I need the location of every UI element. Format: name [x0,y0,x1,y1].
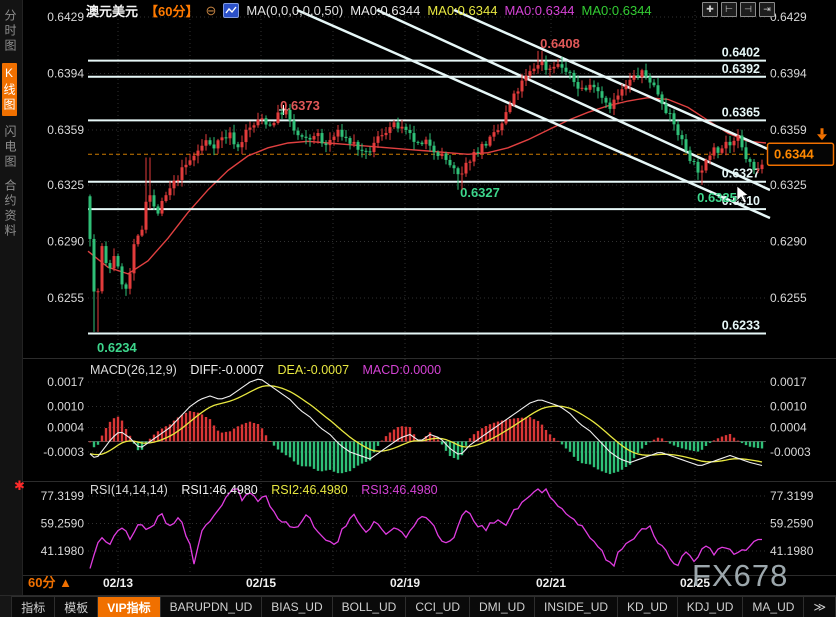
symbol-title: 澳元美元 [86,1,138,20]
sidebar-item-timeshare[interactable]: 分时图 [3,9,18,54]
axis-tick-label: 59.2590 [41,516,85,530]
axis-scale-right-icon[interactable]: ⊣ [740,2,756,17]
rsi1-value: RSI1:46.4980 [181,483,257,497]
axis-tick-label: 0.6325 [47,178,84,192]
toolbar-tab-6[interactable]: CCI_UD [406,596,470,617]
axis-tick-label: 0.6359 [770,123,807,137]
price-marker-icon [817,134,827,140]
toolbar-tab-3[interactable]: BARUPDN_UD [161,596,263,617]
toolbar-tab-5[interactable]: BOLL_UD [333,596,407,617]
crosshair-pan-icon[interactable]: ✚ [702,2,718,17]
date-label: 02/19 [390,576,420,590]
toolbar-tab-2[interactable]: VIP指标 [98,596,160,617]
axis-tick-label: 0.6394 [47,67,84,81]
price-line-label: 0.6233 [722,319,760,333]
sidebar-item-flash[interactable]: 闪电图 [3,125,18,170]
toolbar-tab-7[interactable]: DMI_UD [470,596,535,617]
toolbar-tab-9[interactable]: KD_UD [618,596,678,617]
indicator-toolbar: 指标模板VIP指标BARUPDN_UDBIAS_UDBOLL_UDCCI_UDD… [0,595,836,617]
price-line-label: 0.6402 [722,46,760,60]
axis-tick-label: 0.0017 [47,375,84,389]
annotation-label: 0.6408 [540,36,580,51]
axis-tick-label: 0.6325 [770,178,807,192]
axis-tick-label: 0.0010 [770,400,807,414]
period-label: 【60分】 [145,1,198,20]
axis-tick-label: 0.0004 [47,421,84,435]
macd-dea-value: DEA:-0.0007 [277,363,349,377]
chart-type-sidebar: 分时图 K线图 闪电图 合约资料 [0,0,23,595]
chart-tool-buttons: ✚ ⊢ ⊣ ⇥ [702,2,775,17]
toolbar-tab-11[interactable]: MA_UD [743,596,804,617]
axis-tick-label: 0.6429 [770,10,807,24]
axis-tick-label: 0.6290 [770,234,807,248]
toolbar-tab-4[interactable]: BIAS_UD [262,596,332,617]
ma-value-1: MA0:0.6344 [350,3,420,18]
trading-chart-app: 0.64020.63920.63650.63270.63100.62330.64… [0,0,836,617]
axis-tick-label: 59.2590 [770,516,814,530]
axis-tick-label: -0.0003 [770,445,811,459]
ma-params-label: MA(0,0,0,0,0,50) [246,3,343,18]
current-price-label: 0.6344 [774,146,815,161]
toolbar-tab-10[interactable]: KDJ_UD [678,596,744,617]
ma-value-3: MA0:0.6344 [504,3,574,18]
axis-tick-label: 0.0010 [47,400,84,414]
date-label: 02/15 [246,576,276,590]
macd-indicator-labels: MACD(26,12,9) DIFF:-0.0007 DEA:-0.0007 M… [90,363,451,377]
axis-tick-label: 0.6255 [47,291,84,305]
collapse-icon[interactable]: ⊖ [205,3,216,19]
price-line-label: 0.6392 [722,62,760,76]
axis-tick-label: 77.3199 [41,489,85,503]
axis-tick-label: 0.6429 [47,10,84,24]
macd-macd-value: MACD:0.0000 [363,363,442,377]
axis-tick-label: 0.6394 [770,67,807,81]
toolbar-tab-8[interactable]: INSIDE_UD [535,596,618,617]
annotation-label: 0.6325 [697,190,737,205]
toolbar-corner [0,596,12,617]
axis-tick-label: 0.6290 [47,234,84,248]
sidebar-item-kline[interactable]: K线图 [2,63,17,116]
chart-header: 澳元美元 【60分】 ⊖ MA(0,0,0,0,0,50) MA0:0.6344… [86,1,652,20]
axis-tick-label: 41.1980 [41,544,85,558]
axis-tick-label: 41.1980 [770,544,814,558]
date-label: 02/13 [103,576,133,590]
price-line-label: 0.6365 [722,105,760,119]
axis-scale-left-icon[interactable]: ⊢ [721,2,737,17]
macd-title: MACD(26,12,9) [90,363,177,377]
period-badge[interactable]: 60分 ▲ [28,572,72,591]
macd-histogram [89,411,763,474]
ma-value-2: MA0:0.6344 [427,3,497,18]
rsi-line [90,489,762,569]
axis-tick-label: 0.0004 [770,421,807,435]
annotation-label: 0.6234 [97,340,138,355]
sidebar-item-contract-info[interactable]: 合约资料 [3,179,18,239]
watermark: FX678 [692,558,788,594]
shift-axis-icon[interactable]: ⇥ [759,2,775,17]
ma-value-4: MA0:0.6344 [582,3,652,18]
axis-tick-label: 77.3199 [770,489,814,503]
rsi2-value: RSI2:46.4980 [271,483,347,497]
axis-tick-label: 0.0017 [770,375,807,389]
toolbar-tab-0[interactable]: 指标 [12,596,55,617]
alert-blink-icon[interactable]: ✱ [14,478,25,494]
rsi-indicator-labels: RSI(14,14,14) RSI1:46.4980 RSI2:46.4980 … [90,483,448,497]
annotation-label: 0.6327 [460,185,500,200]
rsi3-value: RSI3:46.4980 [361,483,437,497]
axis-tick-label: 0.6255 [770,291,807,305]
toolbar-tab-1[interactable]: 模板 [55,596,98,617]
date-label: 02/21 [536,576,566,590]
candlestick-chart: 0.64020.63920.63650.63270.63100.62330.64… [0,0,836,595]
axis-tick-label: 0.6359 [47,123,84,137]
chart-style-icon[interactable] [223,3,239,18]
macd-diff-value: DIFF:-0.0007 [190,363,264,377]
rsi-title: RSI(14,14,14) [90,483,168,497]
toolbar-tab-12[interactable]: ≫ [804,596,836,617]
axis-tick-label: -0.0003 [43,445,84,459]
